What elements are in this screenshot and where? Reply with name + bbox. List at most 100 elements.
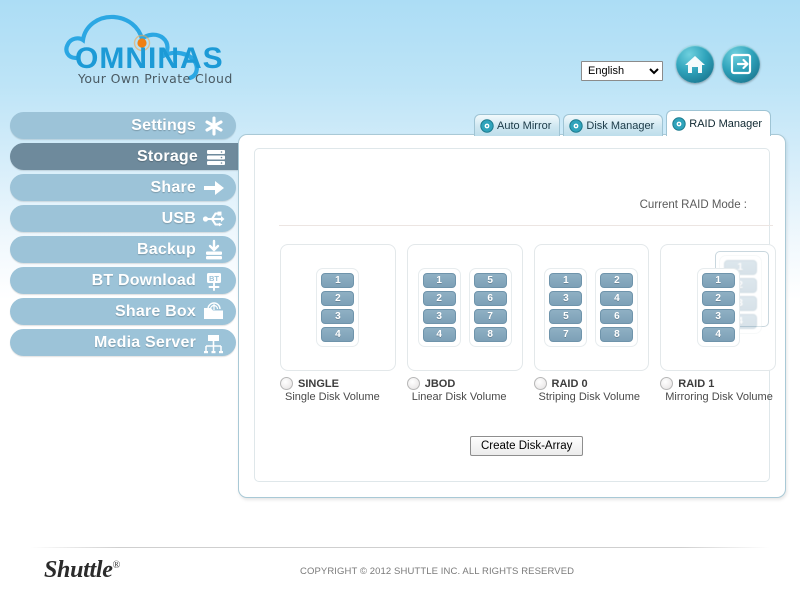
sidebar-item-label: Share Box	[115, 302, 196, 320]
svg-text:Your Own Private Cloud: Your Own Private Cloud	[77, 71, 233, 86]
disk-block: 2	[701, 291, 735, 306]
radio-jbod[interactable]	[406, 377, 420, 390]
current-raid-mode-label: Current RAID Mode :	[639, 199, 747, 211]
create-disk-array-button[interactable]: Create Disk-Array	[470, 436, 584, 456]
disk-block: 1	[701, 273, 735, 288]
omninas-logo: OMNINAS Your Own Private Cloud	[62, 6, 242, 88]
sidebar-item-label: USB	[161, 209, 196, 227]
radio-group-raid1: RAID 1 Mirroring Disk Volume	[660, 377, 776, 403]
divider	[279, 225, 773, 226]
share-arrow-icon	[202, 177, 226, 199]
radio-sublabel: Single Disk Volume	[285, 391, 380, 403]
disk-column: 1 3 5 7	[544, 268, 588, 347]
content-panel: Current RAID Mode : 1 2 3 4 1 2 3 4 5 6 …	[238, 134, 786, 498]
share-box-icon	[202, 301, 226, 323]
tab-auto-mirror[interactable]: Auto Mirror	[474, 114, 561, 136]
disk-block: 1	[321, 273, 355, 288]
raid-mode-cards: 1 2 3 4 1 2 3 4 5 6 7 8 1 3 5 7 2 4 6 8 …	[280, 244, 776, 371]
media-server-icon	[202, 332, 226, 354]
tab-disk-manager[interactable]: Disk Manager	[563, 114, 664, 136]
home-icon	[685, 56, 705, 73]
radio-sublabel: Linear Disk Volume	[411, 391, 507, 403]
sidebar-item-media-server[interactable]: Media Server	[10, 329, 236, 356]
disk-column: 2 4 6 8	[595, 268, 639, 347]
sidebar-item-settings[interactable]: Settings	[10, 112, 236, 139]
radio-group-jbod: JBOD Linear Disk Volume	[406, 377, 523, 403]
disk-block: 1	[549, 273, 583, 288]
disk-column: 5 6 7 8	[468, 268, 512, 347]
shuttle-wordmark: Shuttle	[44, 557, 113, 583]
disk-block: 3	[422, 309, 456, 324]
usb-icon	[202, 208, 226, 230]
app-page: OMNINAS Your Own Private Cloud English S…	[0, 0, 800, 599]
disk-block: 5	[473, 273, 507, 288]
disk-block: 8	[600, 327, 634, 342]
disk-block: 6	[600, 309, 634, 324]
sidebar-item-label: Backup	[137, 240, 196, 258]
sidebar-item-label: Storage	[137, 147, 198, 165]
raid-card-single[interactable]: 1 2 3 4	[280, 244, 396, 371]
bt-download-icon: BT	[202, 270, 226, 292]
tab-label: Auto Mirror	[497, 119, 552, 132]
copyright-text: COPYRIGHT © 2012 SHUTTLE INC. ALL RIGHTS…	[300, 566, 575, 577]
disk-block: 5	[549, 309, 583, 324]
disk-block: 8	[473, 327, 507, 342]
tab-raid-manager[interactable]: RAID Manager	[666, 110, 772, 136]
disk-block: 2	[422, 291, 456, 306]
disk-block: 7	[473, 309, 507, 324]
raid-manager-pane: Current RAID Mode : 1 2 3 4 1 2 3 4 5 6 …	[254, 148, 776, 482]
disk-block: 6	[473, 291, 507, 306]
sidebar-item-storage[interactable]: Storage	[10, 143, 238, 170]
footer-divider	[30, 547, 770, 548]
disk-block: 3	[321, 309, 355, 324]
tab-bar: Auto Mirror Disk Manager RAID Manager	[474, 110, 774, 136]
radio-raid1[interactable]	[660, 377, 674, 390]
logout-icon	[730, 53, 752, 75]
radio-group-raid0: RAID 0 Striping Disk Volume	[533, 377, 650, 403]
language-select[interactable]: English	[581, 61, 663, 81]
tab-label: RAID Manager	[689, 117, 763, 130]
svg-text:BT: BT	[209, 274, 219, 283]
disk-block: 4	[422, 327, 456, 342]
sidebar-item-usb[interactable]: USB	[10, 205, 236, 232]
radio-raid0[interactable]	[533, 377, 547, 390]
raid-card-raid0[interactable]: 1 3 5 7 2 4 6 8	[533, 244, 650, 371]
radio-single[interactable]	[280, 377, 293, 390]
radio-group-single: SINGLE Single Disk Volume	[280, 377, 396, 403]
sidebar-item-backup[interactable]: Backup	[10, 236, 236, 263]
disk-icon	[480, 118, 494, 133]
radio-label: JBOD	[424, 377, 456, 390]
radio-sublabel: Mirroring Disk Volume	[665, 391, 773, 403]
sidebar-item-label: BT Download	[91, 271, 196, 289]
shuttle-logo: Shuttle®	[44, 557, 120, 584]
radio-label: SINGLE	[298, 377, 339, 390]
raid-card-jbod[interactable]: 1 2 3 4 5 6 7 8	[406, 244, 523, 371]
disk-block: 4	[600, 291, 634, 306]
home-button[interactable]	[676, 45, 714, 83]
sidebar-item-label: Media Server	[93, 333, 196, 351]
disk-icon	[569, 118, 584, 133]
disk-block: 4	[701, 327, 735, 342]
disk-block: 2	[600, 273, 634, 288]
tab-label: Disk Manager	[586, 119, 655, 132]
radio-label: RAID 1	[678, 377, 715, 390]
disk-block: 7	[549, 327, 583, 342]
gear-asterisk-icon	[202, 115, 226, 137]
disk-column: 1 2 3 4	[316, 268, 360, 347]
disk-block: 1	[422, 273, 456, 288]
disk-block: 3	[549, 291, 583, 306]
sidebar-item-bt-download[interactable]: BT Download BT	[10, 267, 236, 294]
disk-icon	[672, 116, 686, 131]
radio-sublabel: Striping Disk Volume	[538, 391, 641, 403]
raid-mode-radios: SINGLE Single Disk Volume JBOD Linear Di…	[280, 377, 776, 403]
sidebar-item-label: Share	[150, 178, 196, 196]
disk-block: 3	[701, 309, 735, 324]
registered-mark: ®	[112, 560, 121, 571]
sidebar-item-share-box[interactable]: Share Box	[10, 298, 236, 325]
disk-block: 4	[321, 327, 355, 342]
logout-button[interactable]	[722, 45, 760, 83]
sidebar-item-share[interactable]: Share	[10, 174, 236, 201]
raid-card-raid1[interactable]: 1 2 3 4 1 2 3 4	[660, 244, 776, 371]
disk-stack-icon	[204, 146, 228, 168]
sidebar-item-label: Settings	[131, 116, 196, 134]
